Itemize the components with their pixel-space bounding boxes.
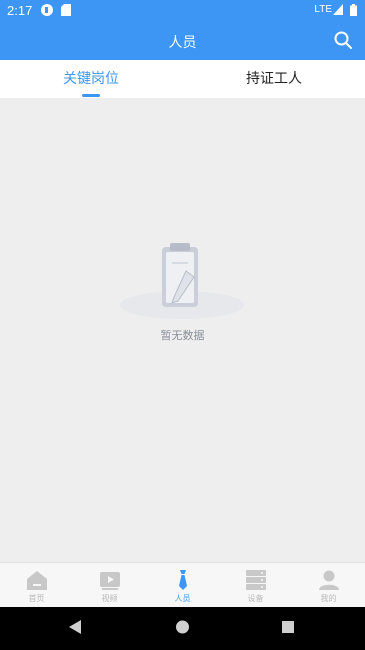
battery-icon xyxy=(350,4,357,16)
nav-label-equipment: 设备 xyxy=(247,594,264,603)
app-notification-icon xyxy=(41,4,53,16)
nav-label-personnel: 人员 xyxy=(174,594,191,603)
video-icon xyxy=(100,572,120,590)
nav-label-profile: 我的 xyxy=(320,594,337,603)
home-icon xyxy=(27,571,47,590)
nav-item-equipment[interactable]: 设备 xyxy=(219,563,292,608)
signal-icon xyxy=(333,4,343,15)
user-icon xyxy=(319,570,339,590)
page-title: 人员 xyxy=(168,35,197,51)
active-tab-indicator xyxy=(82,94,100,97)
tab-bar: 关键岗位 持证工人 xyxy=(0,60,365,98)
nav-item-profile[interactable]: 我的 xyxy=(292,563,365,608)
nav-item-video[interactable]: 视频 xyxy=(73,563,146,608)
sd-card-icon xyxy=(61,4,71,16)
tab-key-positions[interactable]: 关键岗位 xyxy=(0,60,182,98)
search-icon[interactable] xyxy=(333,30,353,50)
empty-clipboard-icon xyxy=(120,243,244,319)
nav-label-home: 首页 xyxy=(28,594,45,603)
home-button-icon[interactable] xyxy=(175,619,190,635)
tie-icon xyxy=(179,570,187,590)
status-bar: 2:17 LTE xyxy=(0,0,365,22)
status-time: 2:17 xyxy=(7,3,33,18)
server-icon xyxy=(246,570,266,590)
back-icon[interactable] xyxy=(68,619,82,635)
nav-label-video: 视频 xyxy=(101,594,118,603)
recents-icon[interactable] xyxy=(281,619,295,635)
bottom-nav: 首页 视频 人员 设备 我的 xyxy=(0,562,365,608)
nav-item-personnel[interactable]: 人员 xyxy=(146,563,219,608)
nav-item-home[interactable]: 首页 xyxy=(0,563,73,608)
system-nav-bar xyxy=(0,607,365,650)
app-header: 人员 xyxy=(0,22,365,60)
empty-message: 暂无数据 xyxy=(160,329,205,342)
network-type: LTE xyxy=(314,4,332,15)
tab-certified-workers[interactable]: 持证工人 xyxy=(183,60,365,98)
